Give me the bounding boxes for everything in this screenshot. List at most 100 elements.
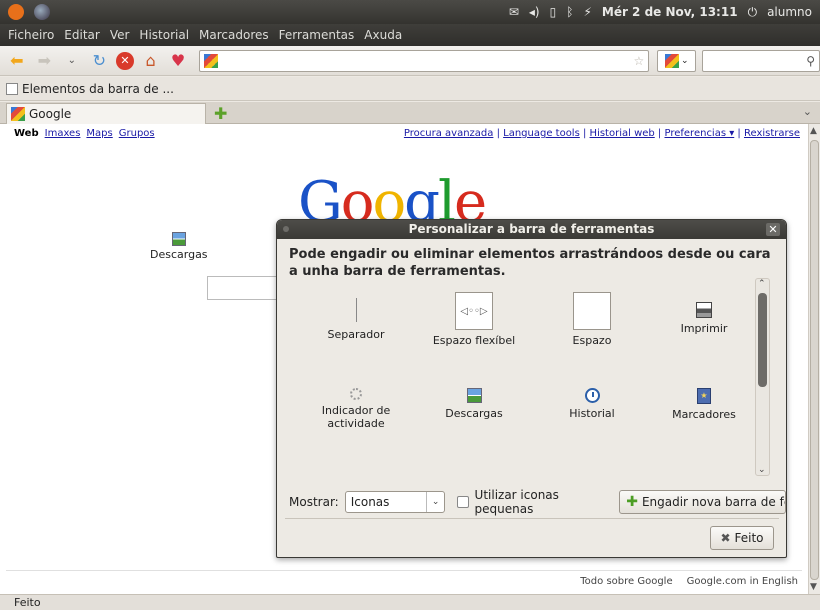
menu-ficheiro[interactable]: Ficheiro	[8, 28, 54, 42]
nav-web[interactable]: Web	[14, 128, 39, 139]
battery-icon[interactable]: ▯	[550, 5, 557, 19]
network-icon[interactable]: ⚡	[583, 5, 591, 19]
link-procura-avanzada[interactable]: Procura avanzada	[404, 128, 493, 139]
chevron-down-icon[interactable]: ⌄	[758, 465, 766, 475]
scroll-thumb[interactable]	[810, 140, 819, 580]
history-clock-icon	[584, 388, 600, 403]
page-scrollbar[interactable]: ▲ ▼	[808, 124, 820, 594]
footer-links: Todo sobre Google Google.com in English	[580, 576, 798, 587]
tab-google[interactable]: Google	[6, 103, 206, 124]
customize-toolbar-dialog: Personalizar a barra de ferramentas ✕ Po…	[276, 219, 787, 558]
palette-label: Descargas	[445, 407, 503, 420]
palette-item-separator[interactable]: Separador	[301, 296, 411, 341]
menu-ferramentas[interactable]: Ferramentas	[279, 28, 355, 42]
chevron-up-icon[interactable]: ⌃	[758, 279, 766, 289]
tab-list-chevron-icon[interactable]: ⌄	[803, 105, 812, 118]
palette-scrollbar[interactable]: ⌃ ⌄	[755, 278, 770, 476]
bookmarks-icon: ★	[697, 388, 711, 404]
dialog-instructions: Pode engadir ou eliminar elementos arras…	[289, 247, 771, 279]
stop-button[interactable]: ✕	[116, 51, 134, 70]
scroll-down-icon[interactable]: ▼	[810, 582, 817, 592]
home-button[interactable]: ⌂	[140, 50, 162, 72]
palette-label: Espazo flexíbel	[432, 334, 516, 347]
palette-item-flexible-space[interactable]: ◁◦◦▷ Espazo flexíbel	[419, 292, 529, 347]
show-mode-select[interactable]: Iconas ⌄	[344, 491, 446, 513]
ubuntu-menu-icon[interactable]	[8, 4, 24, 20]
dragged-downloads-item[interactable]: Descargas	[150, 232, 208, 261]
clock[interactable]: Mér 2 de Nov, 13:11	[602, 5, 738, 19]
chevron-down-icon: ⌄	[426, 492, 444, 512]
menu-editar[interactable]: Editar	[64, 28, 100, 42]
palette-scroll-thumb[interactable]	[758, 293, 767, 387]
url-bar[interactable]: ☆	[198, 49, 650, 72]
volume-icon[interactable]: ◂)	[529, 5, 540, 19]
bookmark-heart-icon[interactable]: ♥	[167, 50, 189, 72]
done-x-icon: ✖	[720, 531, 731, 545]
nav-imaxes[interactable]: Imaxes	[45, 128, 81, 139]
footer-divider	[6, 570, 802, 571]
status-bar: Feito	[0, 594, 820, 610]
google-engine-icon	[665, 53, 680, 68]
bookmark-item[interactable]: Elementos da barra de ...	[22, 82, 174, 96]
footer-google-english[interactable]: Google.com in English	[687, 576, 798, 587]
done-button[interactable]: ✖ Feito	[710, 526, 774, 550]
toolbar-palette: Separador ◁◦◦▷ Espazo flexíbel Espazo Im…	[291, 278, 761, 474]
firefox-launcher-icon[interactable]	[34, 4, 50, 20]
history-dropdown-icon[interactable]: ⌄	[61, 50, 83, 72]
palette-item-space[interactable]: Espazo	[537, 292, 647, 347]
nav-maps[interactable]: Maps	[86, 128, 112, 139]
palette-item-bookmarks[interactable]: ★ Marcadores	[649, 388, 759, 421]
search-input[interactable]: ⚲	[702, 49, 820, 72]
chevron-down-icon: ⌄	[681, 55, 689, 66]
plus-icon: ✚	[626, 494, 638, 510]
power-icon[interactable]: ⏻	[748, 5, 758, 20]
link-rexistrarse[interactable]: Rexistrarse	[744, 128, 800, 139]
system-panel: ✉ ◂) ▯ ᛒ ⚡ Mér 2 de Nov, 13:11 ⏻ alumno	[0, 0, 820, 24]
palette-item-history[interactable]: Historial	[537, 388, 647, 420]
link-language-tools[interactable]: Language tools	[503, 128, 580, 139]
palette-label: Espazo	[572, 334, 612, 347]
search-engine-selector[interactable]: ⌄	[657, 49, 697, 72]
show-label: Mostrar:	[289, 495, 339, 509]
navigation-toolbar: ⬅ ➡ ⌄ ↻ ✕ ⌂ ♥ ☆ ⌄ ⚲	[0, 46, 820, 76]
user-name[interactable]: alumno	[767, 5, 812, 19]
link-historial-web[interactable]: Historial web	[590, 128, 655, 139]
google-search-input[interactable]	[207, 276, 279, 300]
link-preferencias[interactable]: Preferencias ▾	[664, 128, 734, 139]
bookmark-star-icon[interactable]: ☆	[633, 54, 648, 68]
palette-label: Separador	[327, 328, 385, 341]
add-toolbar-label: Engadir nova barra de ferram	[641, 495, 785, 509]
mail-icon[interactable]: ✉	[509, 5, 519, 19]
close-icon[interactable]: ✕	[766, 223, 780, 236]
menu-marcadores[interactable]: Marcadores	[199, 28, 269, 42]
magnifier-icon[interactable]: ⚲	[806, 54, 815, 68]
palette-item-print[interactable]: Imprimir	[649, 302, 759, 335]
bluetooth-icon[interactable]: ᛒ	[566, 5, 573, 19]
reload-button[interactable]: ↻	[89, 50, 111, 72]
forward-button[interactable]: ➡	[34, 50, 56, 72]
page-icon	[6, 82, 18, 95]
menu-axuda[interactable]: Axuda	[364, 28, 402, 42]
dialog-title: Personalizar a barra de ferramentas	[408, 222, 655, 236]
small-icons-label[interactable]: Utilizar iconas pequenas	[475, 488, 614, 516]
new-tab-icon[interactable]: ✚	[214, 104, 227, 123]
footer-todo-sobre-google[interactable]: Todo sobre Google	[580, 576, 672, 587]
small-icons-checkbox[interactable]	[457, 496, 469, 508]
print-icon	[696, 302, 712, 318]
downloads-icon	[466, 388, 482, 403]
downloads-icon	[171, 232, 186, 246]
dialog-titlebar[interactable]: Personalizar a barra de ferramentas ✕	[277, 220, 786, 239]
palette-item-activity-indicator[interactable]: Indicador de actividade	[301, 388, 411, 430]
menu-ver[interactable]: Ver	[110, 28, 130, 42]
menu-historial[interactable]: Historial	[139, 28, 189, 42]
google-nav: Web Imaxes Maps Grupos	[14, 128, 155, 139]
back-button[interactable]: ⬅	[6, 50, 28, 72]
palette-label: Marcadores	[672, 408, 736, 421]
add-toolbar-button[interactable]: ✚ Engadir nova barra de ferram	[619, 490, 786, 514]
window-menu-icon[interactable]	[283, 226, 289, 232]
palette-item-downloads[interactable]: Descargas	[419, 388, 529, 420]
nav-grupos[interactable]: Grupos	[119, 128, 155, 139]
show-mode-value: Iconas	[350, 495, 390, 509]
tab-bar: Google ✚ ⌄	[0, 102, 820, 124]
scroll-up-icon[interactable]: ▲	[810, 126, 817, 136]
